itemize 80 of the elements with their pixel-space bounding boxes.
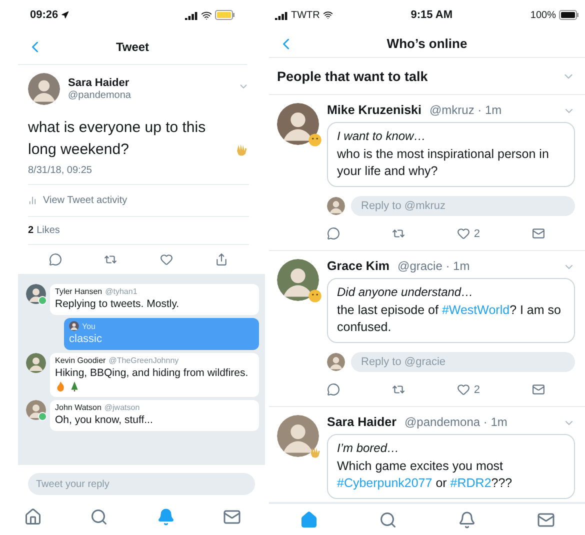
search-icon[interactable]: [90, 508, 108, 526]
reply-field[interactable]: Reply to @mkruz: [351, 196, 575, 216]
reply-field[interactable]: Tweet your reply: [28, 473, 255, 495]
signal-icon: [185, 10, 198, 20]
avatar: [69, 321, 79, 331]
screen-title: Who’s online: [386, 36, 468, 51]
tree-icon: [69, 381, 80, 392]
retweet-icon[interactable]: [392, 227, 405, 240]
reply-field[interactable]: Reply to @gracie: [351, 352, 575, 372]
hashtag-link[interactable]: #Cyberpunk2077: [337, 476, 432, 490]
mail-icon[interactable]: [532, 383, 545, 396]
home-icon[interactable]: [24, 508, 42, 526]
author-handle: @gracie · 1m: [398, 259, 470, 273]
location-icon: [61, 11, 70, 19]
sender-handle: @TheGreenJohnny: [108, 356, 179, 365]
retweet-icon[interactable]: [392, 383, 405, 396]
author-name: Grace Kim: [327, 259, 390, 273]
author-handle: @pandemona: [68, 90, 131, 101]
avatar: [277, 103, 319, 145]
hashtag-link[interactable]: #WestWorld: [442, 303, 510, 317]
status-time: 9:15 AM: [410, 9, 453, 21]
sender-handle: @jwatson: [104, 403, 140, 412]
battery-percent: 100%: [530, 10, 556, 20]
wifi-icon: [322, 10, 333, 20]
search-icon[interactable]: [378, 510, 396, 528]
heart-icon[interactable]: [160, 253, 173, 266]
author-name: Mike Kruzeniski: [327, 103, 422, 117]
avatar: [327, 353, 345, 371]
message-text: Replying to tweets. Mostly.: [55, 298, 180, 310]
sender-handle: @tyhan1: [105, 287, 138, 296]
mail-icon[interactable]: [222, 508, 241, 526]
author-name: Sara Haider: [68, 77, 130, 89]
sender-name: Tyler Hansen: [55, 287, 102, 296]
battery-icon: [559, 10, 579, 20]
screen-title: Tweet: [116, 40, 150, 54]
prompt-title: I want to know…: [337, 129, 427, 143]
share-icon[interactable]: [214, 253, 228, 266]
avatar: [327, 197, 345, 215]
hashtag-link[interactable]: #RDR2: [450, 476, 492, 490]
section-title: People that want to talk: [277, 68, 428, 84]
bell-icon[interactable]: [156, 508, 175, 526]
mail-icon[interactable]: [532, 227, 545, 240]
reply-icon[interactable]: [49, 253, 62, 266]
status-time: 09:26: [30, 9, 58, 21]
message-text: Oh, you know, stuff...: [55, 414, 154, 426]
message-text: classic: [69, 333, 104, 345]
mail-icon[interactable]: [536, 510, 554, 528]
sender-name: Kevin Goodier: [55, 356, 106, 365]
home-icon[interactable]: [300, 510, 318, 528]
avatar: [26, 353, 46, 373]
author-name: Sara Haider: [327, 415, 396, 429]
likes-label: Likes: [36, 225, 60, 236]
thinking-face-icon: [308, 289, 322, 303]
sender-name: You: [82, 322, 96, 330]
tweet-text: what is everyone up to this long weekend?: [28, 118, 207, 160]
sender-name: John Watson: [55, 403, 102, 412]
tweet-activity-link[interactable]: View Tweet activity: [43, 195, 128, 206]
post-text: who is the most inspirational person in your life and why?: [337, 146, 550, 180]
avatar: [277, 259, 319, 301]
bell-icon[interactable]: [458, 510, 476, 528]
avatar: [277, 415, 319, 457]
message-text: Hiking, BBQing, and hiding from wildfires.: [55, 367, 250, 379]
tweet-date: 8/31/18, 09:25: [28, 165, 92, 176]
post-text: the last episode of #WestWorld? I am so confused.: [337, 302, 562, 336]
reply-icon[interactable]: [327, 383, 340, 396]
retweet-icon[interactable]: [104, 253, 118, 266]
likes-count: 2: [28, 225, 34, 236]
carrier-name: TWTR: [291, 10, 320, 20]
signal-icon: [275, 10, 288, 20]
wifi-icon: [201, 10, 212, 20]
prompt-title: Did anyone understand…: [337, 285, 474, 299]
battery-icon: [215, 10, 235, 20]
avatar: [28, 73, 60, 105]
author-handle: @mkruz · 1m: [429, 103, 502, 117]
thinking-face-icon: [308, 133, 322, 147]
chart-icon: [28, 196, 37, 205]
author-handle: @pandemona · 1m: [404, 415, 508, 429]
prompt-title: I’m bored…: [337, 441, 400, 455]
post-text: Which game excites you most #Cyberpunk2077 or #RDR2???: [337, 458, 514, 492]
reply-icon[interactable]: [327, 227, 340, 240]
